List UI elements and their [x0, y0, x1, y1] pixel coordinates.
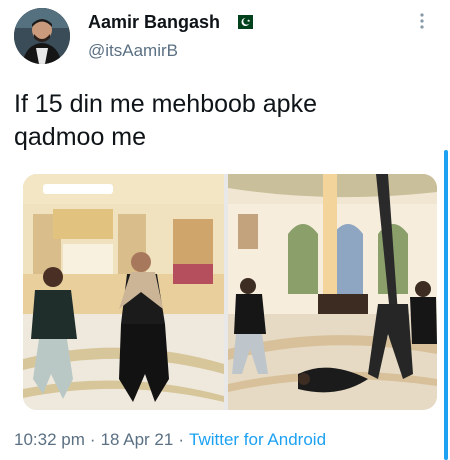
- meta-separator: ·: [89, 430, 96, 449]
- author-names: Aamir Bangash @itsAamirB: [88, 12, 253, 61]
- tweet-source-link[interactable]: Twitter for Android: [189, 430, 326, 449]
- avatar[interactable]: [14, 8, 70, 64]
- tweet-text: If 15 din me mehboob apke qadmoo me: [14, 90, 317, 151]
- author-handle[interactable]: @itsAamirB: [88, 41, 253, 61]
- tweet: Aamir Bangash @itsAamirB If 15 din me me…: [0, 0, 450, 460]
- author-display-name[interactable]: Aamir Bangash: [88, 12, 220, 33]
- media-photo-right[interactable]: [228, 174, 437, 410]
- tweet-header: Aamir Bangash @itsAamirB: [14, 8, 436, 64]
- tv-show-photo-left: [23, 174, 224, 410]
- more-options-icon[interactable]: [412, 10, 432, 32]
- tweet-meta: 10:32 pm · 18 Apr 21 · Twitter for Android: [14, 430, 326, 450]
- tv-show-photo-right: [228, 174, 437, 410]
- pakistan-flag-icon: [232, 14, 253, 29]
- media-grid: [23, 174, 437, 410]
- avatar-image: [14, 8, 70, 64]
- tweet-date[interactable]: 18 Apr 21: [101, 430, 174, 449]
- tweet-time[interactable]: 10:32 pm: [14, 430, 85, 449]
- media-photo-left[interactable]: [23, 174, 224, 410]
- scroll-indicator[interactable]: [444, 150, 448, 460]
- meta-separator: ·: [178, 430, 185, 449]
